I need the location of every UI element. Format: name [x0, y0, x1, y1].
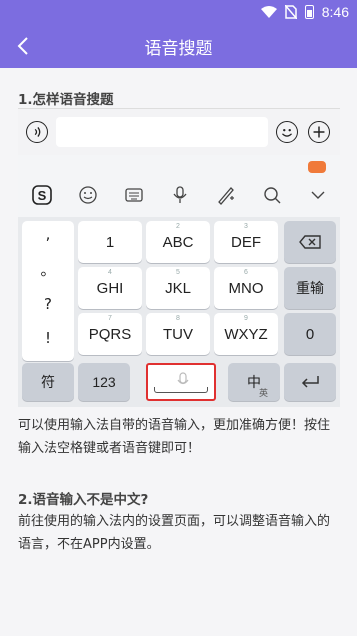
lang-en-label: 英 [258, 388, 268, 398]
number-key-label: 123 [92, 374, 116, 390]
number-key: 123 [78, 363, 130, 401]
plus-icon [308, 121, 330, 143]
key-3: 3 DEF [214, 221, 278, 263]
key-2-label: ABC [162, 233, 194, 251]
punct-period: 。 [40, 261, 56, 279]
key-1: 1 [78, 221, 142, 263]
key-4-num: 4 [108, 269, 112, 276]
sogou-logo-icon: S [32, 185, 52, 205]
key-5-num: 5 [176, 269, 180, 276]
wifi-icon [260, 6, 277, 18]
page-title: 语音搜题 [144, 38, 213, 59]
chat-input-bar [18, 109, 340, 155]
voice-toggle-icon [26, 121, 48, 143]
redo-key: 重输 [284, 267, 336, 309]
key-8-num: 8 [176, 315, 180, 322]
key-6: 6 MNO [214, 267, 278, 309]
keyboard-icon [125, 188, 143, 202]
key-8-label: TUV [163, 325, 193, 343]
key-6-label: MNO [228, 279, 264, 297]
backspace-key [284, 221, 336, 263]
key-7-num: 7 [108, 315, 112, 322]
answer-2-text: 前往使用的输入法内的设置页面，可以调整语音输入的语言，不在APP内设置。 [18, 514, 331, 552]
key-9-num: 9 [244, 315, 248, 322]
title-bar: 语音搜题 [0, 24, 357, 68]
enter-icon [301, 376, 319, 388]
key-1-label: 1 [105, 233, 115, 251]
emoji-panel-icon [79, 186, 97, 204]
symbol-key: 符 [22, 363, 74, 401]
key-0-label: 0 [305, 325, 315, 343]
status-bar: 8:46 [0, 0, 357, 24]
chat-text-field [56, 117, 268, 147]
key-5-label: JKL [165, 279, 191, 297]
key-9-label: WXYZ [224, 325, 268, 343]
battery-icon [304, 5, 314, 19]
t9-keyboard: , 。 ? ! 1 2 ABC 3 DEF 4 GHI 5 JKL 6 MNO 重输 7 P… [18, 217, 340, 407]
key-4: 4 GHI [78, 267, 142, 309]
key-3-label: DEF [231, 233, 261, 251]
key-3-num: 3 [244, 223, 248, 230]
ime-toolbar: S [18, 155, 340, 217]
key-7-label: PQRS [88, 325, 132, 343]
question-1-title: 1.怎样语音搜题 [18, 92, 114, 108]
key-8: 8 TUV [146, 313, 210, 355]
search-icon [264, 187, 281, 204]
punctuation-column: , 。 ? ! [22, 221, 74, 361]
key-2-num: 2 [176, 223, 180, 230]
key-7: 7 PQRS [78, 313, 142, 355]
emoji-icon [276, 121, 298, 143]
punct-comma: , [45, 225, 51, 243]
microphone-icon [173, 186, 187, 203]
handwriting-icon [218, 187, 234, 205]
symbol-key-label: 符 [41, 374, 55, 390]
no-sim-icon [284, 5, 297, 19]
key-2: 2 ABC [146, 221, 210, 263]
key-6-num: 6 [244, 269, 248, 276]
language-switch-key: 中英 [228, 363, 280, 401]
back-arrow-icon[interactable] [12, 34, 36, 58]
ime-mascot-icon [308, 161, 326, 173]
svg-text:S: S [38, 188, 47, 203]
space-bar-icon [154, 387, 208, 393]
answer-1-text: 可以使用输入法自带的语音输入，更加准确方便！按住输入法空格键或者语音键即可！ [18, 418, 331, 456]
backspace-icon [299, 235, 321, 249]
chevron-down-icon [311, 191, 325, 199]
key-4-label: GHI [96, 279, 124, 297]
status-time: 8:46 [321, 4, 349, 20]
key-9: 9 WXYZ [214, 313, 278, 355]
question-2-title: 2.语音输入不是中文? [18, 492, 149, 508]
redo-key-label: 重输 [296, 280, 324, 296]
space-key-highlighted [146, 363, 216, 401]
enter-key [284, 363, 336, 401]
ime-illustration: S , 。 ? ! 1 2 ABC 3 DEF 4 GHI 5 JKL 6 MNO [18, 108, 340, 407]
key-5: 5 JKL [146, 267, 210, 309]
punct-question: ? [44, 295, 52, 313]
key-0: 0 [284, 313, 336, 355]
punct-exclaim: ! [44, 329, 51, 347]
